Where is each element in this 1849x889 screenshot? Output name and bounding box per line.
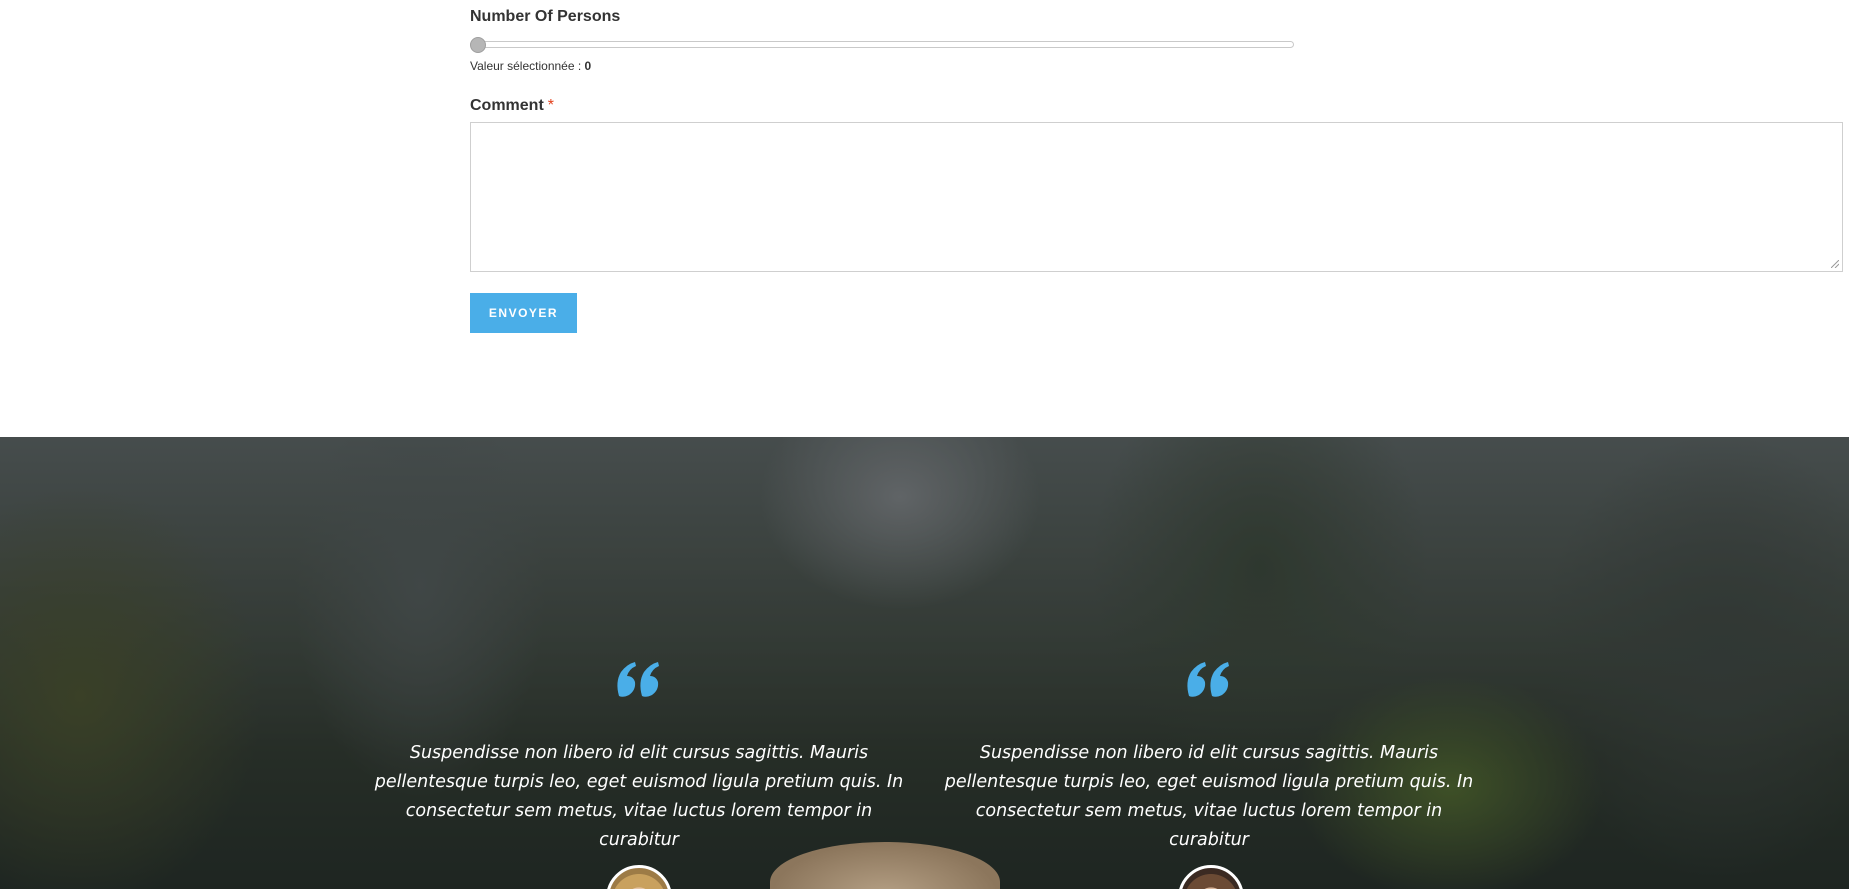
comment-label: Comment *: [470, 97, 554, 115]
selected-value-text: Valeur sélectionnée : 0: [470, 59, 591, 73]
quote-icon: [617, 662, 659, 697]
resize-grip-icon[interactable]: [1831, 260, 1839, 268]
quote-icon: [1187, 662, 1229, 697]
background-overlay: [0, 437, 1849, 889]
submit-button[interactable]: ENVOYER: [470, 293, 577, 333]
number-of-persons-label: Number Of Persons: [470, 8, 621, 25]
persons-slider-handle[interactable]: [470, 37, 486, 53]
selected-value-number: 0: [584, 59, 592, 73]
comment-textarea[interactable]: [470, 122, 1843, 272]
required-marker: *: [547, 97, 555, 114]
persons-slider-track[interactable]: [470, 41, 1294, 48]
comment-label-text: Comment: [470, 97, 544, 114]
selected-value-label: Valeur sélectionnée :: [470, 59, 585, 73]
testimonials-section: Suspendisse non libero id elit cursus sa…: [0, 437, 1849, 889]
booking-form: Number Of Persons Valeur sélectionnée : …: [0, 0, 1849, 437]
testimonial-quote: Suspendisse non libero id elit cursus sa…: [944, 743, 1474, 850]
testimonial-quote: Suspendisse non libero id elit cursus sa…: [374, 743, 904, 850]
